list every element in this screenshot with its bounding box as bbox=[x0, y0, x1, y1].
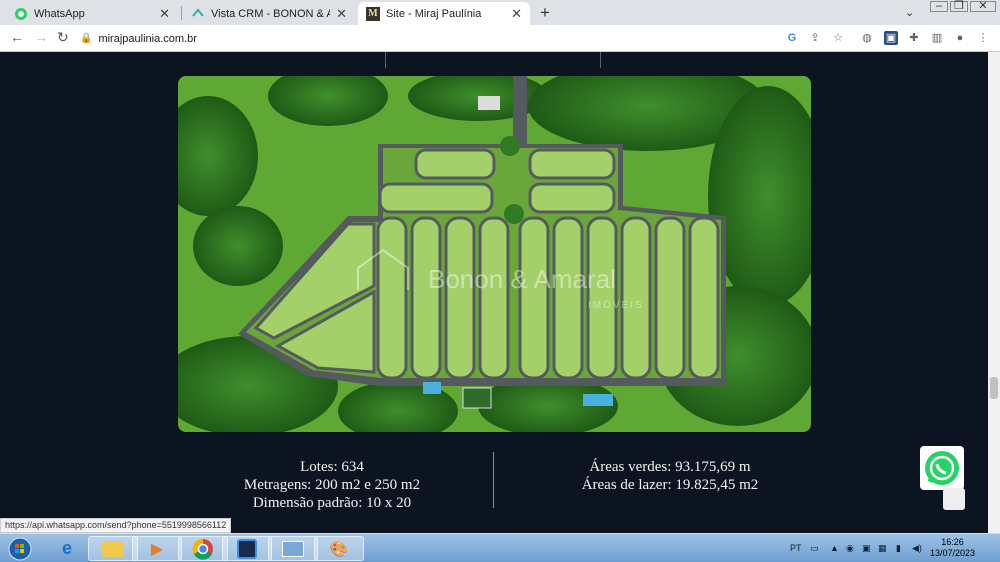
tab-search-icon[interactable]: ⌄ bbox=[905, 6, 914, 19]
tab-whatsapp[interactable]: WhatsApp ✕ bbox=[6, 2, 178, 25]
scrollbar-thumb[interactable] bbox=[990, 377, 998, 399]
photo-viewer-icon[interactable] bbox=[268, 536, 318, 561]
reload-icon[interactable]: ↻ bbox=[57, 29, 69, 46]
stats-left: Lotes: 634 Metragens: 200 m2 e 250 m2 Di… bbox=[212, 458, 452, 512]
close-tab-icon[interactable]: ✕ bbox=[511, 6, 522, 22]
tab-title: WhatsApp bbox=[34, 7, 85, 20]
close-tab-icon[interactable]: ✕ bbox=[336, 6, 347, 22]
watermark-logo: Bonon & Amaral bbox=[428, 264, 616, 294]
extension-icon[interactable]: ◍ bbox=[860, 31, 874, 45]
lotes-text: Lotes: 634 bbox=[300, 459, 364, 475]
chrome-icon[interactable] bbox=[178, 536, 228, 561]
stats-divider bbox=[493, 452, 494, 508]
tab-vista-crm[interactable]: Vista CRM - BONON & AMARAL ✕ bbox=[183, 2, 355, 25]
volume-icon[interactable]: ◀) bbox=[912, 543, 922, 554]
url-text: mirajpaulinia.com.br bbox=[98, 32, 197, 45]
dimensao-text: Dimensão padrão: 10 x 20 bbox=[252, 495, 412, 511]
whatsapp-float-button[interactable] bbox=[920, 446, 964, 490]
close-tab-icon[interactable]: ✕ bbox=[159, 6, 170, 22]
profile-icon[interactable]: ● bbox=[953, 31, 967, 45]
watermark-sub: IMÓVEIS bbox=[588, 298, 644, 311]
tray-icon[interactable]: ▲ bbox=[830, 543, 839, 553]
share-icon[interactable]: ⇪ bbox=[808, 31, 822, 45]
start-button[interactable] bbox=[2, 536, 38, 561]
lock-icon: 🔒 bbox=[80, 33, 93, 44]
status-bar-url: https://api.whatsapp.com/send?phone=5519… bbox=[0, 518, 232, 533]
page-content: Bonon & Amaral IMÓVEIS Lotes: 634 Metrag… bbox=[0, 52, 1000, 533]
tray-icon[interactable]: ◉ bbox=[846, 543, 854, 554]
menu-icon[interactable]: ⋮ bbox=[976, 31, 990, 45]
tray-icon[interactable]: ▭ bbox=[810, 543, 819, 554]
site-plan-image: Bonon & Amaral IMÓVEIS bbox=[178, 76, 811, 432]
paint-icon[interactable]: 🎨 bbox=[314, 536, 364, 561]
new-tab-button[interactable]: + bbox=[540, 3, 550, 23]
whatsapp-icon bbox=[14, 7, 28, 21]
tab-title: Vista CRM - BONON & AMARAL bbox=[211, 7, 331, 20]
back-icon[interactable]: ← bbox=[10, 29, 24, 45]
clock-date: 13/07/2023 bbox=[930, 548, 976, 558]
areas-verdes-text: Áreas verdes: 93.175,69 m bbox=[589, 459, 751, 475]
divider bbox=[600, 52, 601, 68]
network-icon[interactable]: ▮ bbox=[896, 543, 901, 554]
tray-icon[interactable]: ▣ bbox=[862, 543, 871, 554]
google-icon[interactable]: G bbox=[785, 31, 799, 45]
tab-miraj-paulinia[interactable]: M Site - Miraj Paulínia ✕ bbox=[358, 2, 530, 25]
internet-explorer-icon[interactable]: e bbox=[42, 536, 92, 561]
taskbar: e ▶ 🎨 PT ▭ ▲ ◉ ▣ ▦ ▮ ◀) 16:26 13/07/2023 bbox=[0, 533, 1000, 562]
divider bbox=[385, 52, 386, 68]
extensions-puzzle-icon[interactable]: ✚ bbox=[907, 31, 921, 45]
page-scrollbar[interactable] bbox=[988, 52, 1000, 533]
side-panel-icon[interactable]: ▥ bbox=[930, 31, 944, 45]
language-indicator[interactable]: PT bbox=[790, 543, 802, 553]
browser-toolbar: ← → ↻ 🔒 mirajpaulinia.com.br G ⇪ ☆ ◍ ▣ ✚… bbox=[0, 25, 1000, 52]
vista-crm-icon bbox=[191, 7, 205, 21]
restore-button[interactable]: ❐ bbox=[950, 1, 968, 12]
clock[interactable]: 16:26 13/07/2023 bbox=[930, 537, 975, 559]
stats-right: Áreas verdes: 93.175,69 m Áreas de lazer… bbox=[540, 458, 800, 494]
file-explorer-icon[interactable] bbox=[88, 536, 138, 561]
whatsapp-icon bbox=[925, 451, 959, 485]
extension-icon[interactable]: ▣ bbox=[884, 31, 898, 45]
address-bar[interactable]: 🔒 mirajpaulinia.com.br bbox=[80, 28, 860, 49]
tab-title: Site - Miraj Paulínia bbox=[386, 7, 482, 20]
clock-time: 16:26 bbox=[941, 537, 964, 547]
scroll-to-top-button[interactable] bbox=[943, 488, 965, 510]
metragens-text: Metragens: 200 m2 e 250 m2 bbox=[243, 477, 421, 493]
areas-lazer-text: Áreas de lazer: 19.825,45 m2 bbox=[581, 477, 759, 493]
close-window-button[interactable]: ✕ bbox=[970, 1, 996, 12]
shield-app-icon[interactable] bbox=[222, 536, 272, 561]
media-player-icon[interactable]: ▶ bbox=[132, 536, 182, 561]
tab-strip: WhatsApp ✕ Vista CRM - BONON & AMARAL ✕ … bbox=[0, 0, 1000, 25]
forward-icon[interactable]: → bbox=[34, 29, 48, 45]
bookmark-star-icon[interactable]: ☆ bbox=[831, 31, 845, 45]
miraj-m-icon: M bbox=[366, 6, 380, 21]
tray-icon[interactable]: ▦ bbox=[878, 543, 887, 554]
minimize-button[interactable]: – bbox=[930, 1, 948, 12]
